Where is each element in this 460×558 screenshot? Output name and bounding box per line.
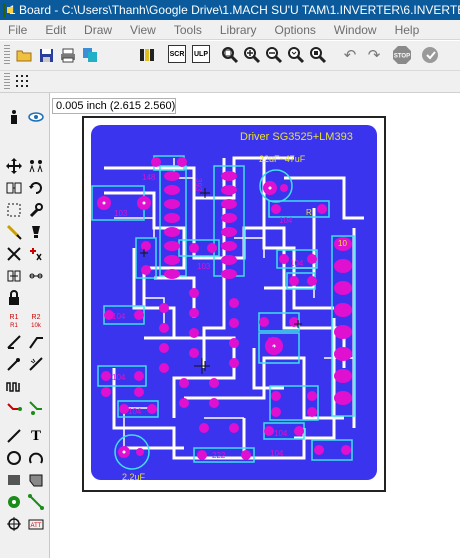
board-outline[interactable]: Driver SG3525+LM393 22uF~47uF 148 103 39… xyxy=(82,116,386,492)
menu-view[interactable]: View xyxy=(121,23,165,37)
label-104-c: 104 xyxy=(112,312,126,321)
meander-icon[interactable] xyxy=(5,377,23,395)
hole-icon[interactable] xyxy=(5,515,23,533)
toolbar-grip[interactable] xyxy=(4,45,10,65)
label-222: 222 xyxy=(212,451,226,460)
menu-file[interactable]: File xyxy=(0,23,36,37)
optimize-icon[interactable] xyxy=(27,355,45,373)
select-icon[interactable] xyxy=(5,201,23,219)
attribute-icon[interactable]: ATT xyxy=(27,515,45,533)
menu-library[interactable]: Library xyxy=(211,23,266,37)
wrench-icon[interactable] xyxy=(27,201,45,219)
label-104-e: 104 xyxy=(112,373,126,382)
title-bar: 1 Board - C:\Users\Thanh\Google Drive\1.… xyxy=(0,0,460,20)
label-103-a: 103 xyxy=(114,209,128,218)
svg-text:10k: 10k xyxy=(31,323,42,328)
coordinate-display: 0.005 inch (2.615 2.560) xyxy=(52,98,176,114)
lamp-icon[interactable] xyxy=(27,223,45,241)
label-104-b: 104 xyxy=(290,259,304,268)
eye-icon[interactable] xyxy=(27,108,45,126)
group-icon[interactable] xyxy=(5,179,23,197)
arc-icon[interactable] xyxy=(27,449,45,467)
zoom-area-icon[interactable] xyxy=(308,45,328,65)
label-22uf: 22uF~47uF xyxy=(259,154,306,164)
menu-options[interactable]: Options xyxy=(266,23,325,37)
print-icon[interactable] xyxy=(58,45,78,65)
name-icon[interactable]: R1 R1 xyxy=(5,311,23,329)
app-icon xyxy=(3,3,13,17)
rotate-icon[interactable] xyxy=(27,179,45,197)
swap-icon[interactable] xyxy=(27,267,45,285)
stop-label: STOP xyxy=(394,54,410,60)
svg-text:R1: R1 xyxy=(10,323,18,328)
split-icon[interactable] xyxy=(5,355,23,373)
label-104-g: 104 xyxy=(274,429,288,438)
label-148: 148 xyxy=(142,173,156,182)
menu-tools[interactable]: Tools xyxy=(165,23,211,37)
window-title: 1 Board - C:\Users\Thanh\Google Drive\1.… xyxy=(9,3,460,17)
mirror-icon[interactable] xyxy=(27,157,45,175)
zoom-redraw-icon[interactable] xyxy=(286,45,306,65)
main-toolbar: SCR ULP ↶ ↷ STOP xyxy=(0,41,460,71)
ripup-icon[interactable] xyxy=(27,399,45,417)
value-icon[interactable]: R2 10k xyxy=(27,311,45,329)
move-icon[interactable] xyxy=(5,157,23,175)
menu-help[interactable]: Help xyxy=(386,23,429,37)
signal-icon[interactable] xyxy=(27,493,45,511)
text-icon[interactable]: T xyxy=(27,427,45,445)
label-104-a: 104 xyxy=(279,216,293,225)
label-104-f: 104 xyxy=(128,407,142,416)
copy-icon[interactable] xyxy=(80,45,100,65)
info-icon[interactable] xyxy=(5,108,23,126)
replace-icon[interactable] xyxy=(5,267,23,285)
label-104-h: 104 xyxy=(270,449,284,458)
undo-icon[interactable]: ↶ xyxy=(340,45,360,65)
label-r: R xyxy=(306,208,312,217)
label-393: 393 xyxy=(194,178,203,192)
pcb-layout[interactable]: Driver SG3525+LM393 22uF~47uF 148 103 39… xyxy=(84,118,384,490)
paint-icon[interactable] xyxy=(5,223,23,241)
rect-icon[interactable] xyxy=(5,471,23,489)
via-icon[interactable] xyxy=(5,493,23,511)
menu-bar: File Edit Draw View Tools Library Option… xyxy=(0,20,460,40)
zoom-fit-icon[interactable] xyxy=(220,45,240,65)
library-icon[interactable] xyxy=(138,45,158,65)
svg-text:R1: R1 xyxy=(10,314,19,321)
scr-button[interactable]: SCR xyxy=(168,45,186,63)
cut-icon[interactable] xyxy=(5,245,23,263)
menu-draw[interactable]: Draw xyxy=(75,23,121,37)
stop-icon[interactable]: STOP xyxy=(392,45,412,65)
grid-icon[interactable] xyxy=(14,72,30,90)
polygon-icon[interactable] xyxy=(27,471,45,489)
command-toolbar: R1 R1 R2 10k T ATT xyxy=(0,93,50,558)
label-10: 10 xyxy=(338,239,347,248)
route-icon[interactable] xyxy=(5,399,23,417)
board-title-text: Driver SG3525+LM393 xyxy=(240,131,353,143)
svg-text:ATT: ATT xyxy=(31,523,42,529)
menu-edit[interactable]: Edit xyxy=(36,23,75,37)
toolbar-grip[interactable] xyxy=(4,73,10,89)
label-103-b: 103 xyxy=(197,262,211,271)
miter-icon[interactable] xyxy=(27,333,45,351)
svg-text:R2: R2 xyxy=(32,314,41,321)
scr-label: SCR xyxy=(169,50,185,58)
open-icon[interactable] xyxy=(14,45,34,65)
go-icon[interactable] xyxy=(420,45,440,65)
wire-icon[interactable] xyxy=(5,427,23,445)
redo-icon[interactable]: ↷ xyxy=(364,45,384,65)
label-2-2uf: 2.2uF xyxy=(122,472,146,482)
menu-window[interactable]: Window xyxy=(325,23,386,37)
zoom-out-icon[interactable] xyxy=(264,45,284,65)
ulp-button[interactable]: ULP xyxy=(192,45,210,63)
save-icon[interactable] xyxy=(36,45,56,65)
parameter-toolbar xyxy=(0,71,460,93)
label-104-d: 104 xyxy=(267,336,276,350)
add-icon[interactable] xyxy=(27,245,45,263)
ulp-label: ULP xyxy=(194,50,208,58)
smash-icon[interactable] xyxy=(5,333,23,351)
circle-icon[interactable] xyxy=(5,449,23,467)
lock-icon[interactable] xyxy=(5,289,23,307)
zoom-in-icon[interactable] xyxy=(242,45,262,65)
